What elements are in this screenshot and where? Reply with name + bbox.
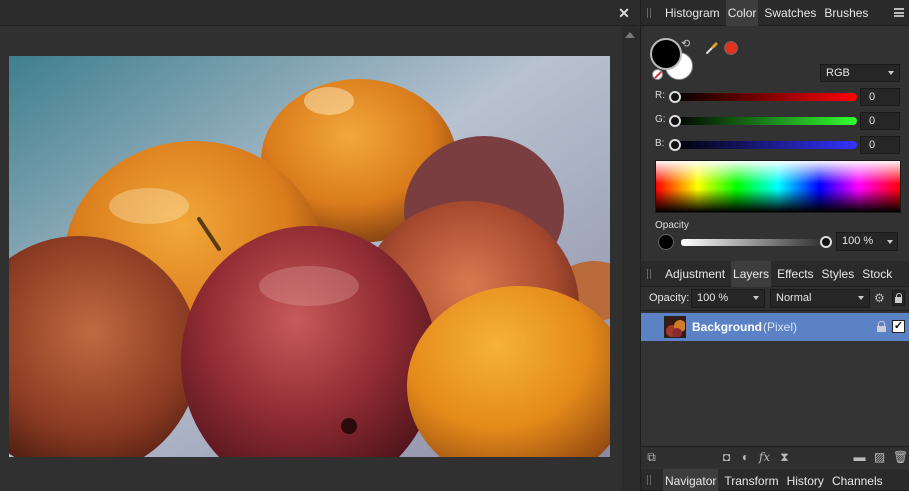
blue-slider-handle[interactable] bbox=[669, 139, 681, 151]
layer-name: Background bbox=[692, 320, 763, 334]
layer-row-background[interactable]: Background (Pixel) ✓ bbox=[641, 313, 909, 341]
layer-type: (Pixel) bbox=[763, 320, 798, 334]
opacity-slider-handle[interactable] bbox=[820, 236, 832, 248]
blue-channel-label: B: bbox=[655, 138, 665, 149]
adjustment-layer-icon[interactable]: ◐ bbox=[739, 451, 752, 464]
layers-footer-toolbar: ⧉ ◘ ◐ fx ⧗ ▬ ▨ 🗑 bbox=[641, 446, 909, 467]
green-channel-label: G: bbox=[655, 114, 666, 125]
blue-channel-row: B: 0 bbox=[655, 136, 901, 154]
add-pixel-layer-icon[interactable]: ▨ bbox=[873, 451, 886, 464]
lock-icon[interactable] bbox=[892, 290, 905, 306]
blue-slider-track[interactable] bbox=[673, 141, 857, 149]
layers-list: Background (Pixel) ✓ bbox=[641, 312, 909, 446]
right-panel-dock: Histogram Color Swatches Brushes ⟲ RGB R… bbox=[640, 0, 909, 491]
layer-thumbnail bbox=[664, 316, 686, 338]
tab-styles[interactable]: Styles bbox=[820, 261, 857, 287]
green-value-field[interactable]: 0 bbox=[860, 112, 900, 130]
document-title-bar: ✕ bbox=[0, 0, 638, 26]
tab-layers[interactable]: Layers bbox=[731, 261, 772, 287]
green-channel-row: G: 0 bbox=[655, 112, 901, 130]
layers-panel-tabbar: Adjustment Layers Effects Styles Stock bbox=[641, 261, 909, 287]
close-document-button[interactable]: ✕ bbox=[616, 5, 632, 21]
gear-icon[interactable]: ⚙ bbox=[874, 292, 886, 304]
layer-visibility-checkbox[interactable]: ✓ bbox=[892, 320, 905, 333]
layer-opacity-select[interactable]: 100 % bbox=[691, 289, 765, 308]
color-spectrum[interactable] bbox=[655, 160, 901, 213]
tab-histogram[interactable]: Histogram bbox=[663, 0, 722, 26]
chevron-down-icon[interactable] bbox=[887, 240, 893, 244]
scroll-up-arrow-icon[interactable] bbox=[625, 32, 635, 38]
color-picker-icon[interactable] bbox=[705, 41, 719, 55]
chevron-down-icon bbox=[753, 296, 759, 300]
fruit-photo bbox=[9, 56, 610, 457]
tab-brushes[interactable]: Brushes bbox=[822, 0, 870, 26]
blue-value-field[interactable]: 0 bbox=[860, 136, 900, 154]
tab-history[interactable]: History bbox=[785, 469, 826, 491]
tab-transform[interactable]: Transform bbox=[722, 469, 780, 491]
opacity-slider-track[interactable] bbox=[681, 239, 829, 246]
no-color-icon[interactable] bbox=[652, 69, 663, 80]
layer-opacity-value: 100 % bbox=[697, 292, 729, 304]
tab-effects[interactable]: Effects bbox=[775, 261, 815, 287]
live-filter-icon[interactable]: ⧗ bbox=[778, 451, 791, 464]
vertical-scrollbar[interactable] bbox=[622, 26, 638, 491]
red-slider-track[interactable] bbox=[673, 93, 857, 101]
tab-stock[interactable]: Stock bbox=[860, 261, 894, 287]
green-slider-handle[interactable] bbox=[669, 115, 681, 127]
panel-menu-icon[interactable] bbox=[894, 8, 904, 17]
red-slider-handle[interactable] bbox=[669, 91, 681, 103]
tab-swatches[interactable]: Swatches bbox=[762, 0, 818, 26]
opacity-color-swatch bbox=[658, 234, 674, 250]
panel-grip-icon[interactable] bbox=[647, 475, 651, 485]
document-image[interactable] bbox=[9, 56, 610, 457]
color-model-value: RGB bbox=[826, 67, 850, 79]
layers-toolbar: Opacity: 100 % Normal ⚙ bbox=[641, 287, 909, 311]
red-value-field[interactable]: 0 bbox=[860, 88, 900, 106]
trash-icon[interactable]: 🗑 bbox=[893, 451, 908, 464]
layers-stack-icon[interactable]: ⧉ bbox=[645, 451, 658, 464]
chevron-down-icon bbox=[888, 71, 894, 75]
panel-grip-icon[interactable] bbox=[647, 269, 651, 279]
fx-icon[interactable]: fx bbox=[758, 451, 771, 464]
opacity-value-field[interactable]: 100 % bbox=[836, 232, 898, 251]
add-group-folder-icon[interactable]: ▬ bbox=[853, 451, 866, 464]
red-channel-row: R: 0 bbox=[655, 88, 901, 106]
swap-colors-icon[interactable]: ⟲ bbox=[681, 38, 693, 50]
color-model-select[interactable]: RGB bbox=[820, 64, 900, 82]
opacity-value: 100 % bbox=[842, 235, 874, 247]
chevron-down-icon bbox=[858, 296, 864, 300]
app-window: ✕ Histogram Color Swatches Brushes ⟲ RGB… bbox=[0, 0, 909, 491]
lock-icon[interactable] bbox=[877, 321, 886, 332]
red-channel-label: R: bbox=[655, 90, 665, 101]
color-panel-tabbar: Histogram Color Swatches Brushes bbox=[641, 0, 909, 26]
tab-color[interactable]: Color bbox=[725, 0, 759, 26]
navigator-panel-tabbar: Navigator Transform History Channels bbox=[641, 469, 909, 491]
panel-grip-icon[interactable] bbox=[647, 8, 651, 18]
mask-layer-icon[interactable]: ◘ bbox=[720, 451, 733, 464]
blend-mode-value: Normal bbox=[776, 292, 812, 304]
blend-mode-select[interactable]: Normal bbox=[770, 289, 870, 308]
opacity-label: Opacity bbox=[655, 220, 689, 231]
tab-navigator[interactable]: Navigator bbox=[663, 469, 719, 491]
document-canvas[interactable] bbox=[0, 0, 622, 491]
recent-color-swatch[interactable] bbox=[724, 41, 738, 55]
color-panel: ⟲ RGB R: 0 G: 0 B: 0 Opacity 100 % bbox=[641, 27, 909, 259]
layer-opacity-label: Opacity: bbox=[649, 292, 690, 304]
foreground-color-swatch[interactable] bbox=[650, 38, 682, 70]
green-slider-track[interactable] bbox=[673, 117, 857, 125]
tab-channels[interactable]: Channels bbox=[830, 469, 885, 491]
tab-adjustment[interactable]: Adjustment bbox=[663, 261, 727, 287]
